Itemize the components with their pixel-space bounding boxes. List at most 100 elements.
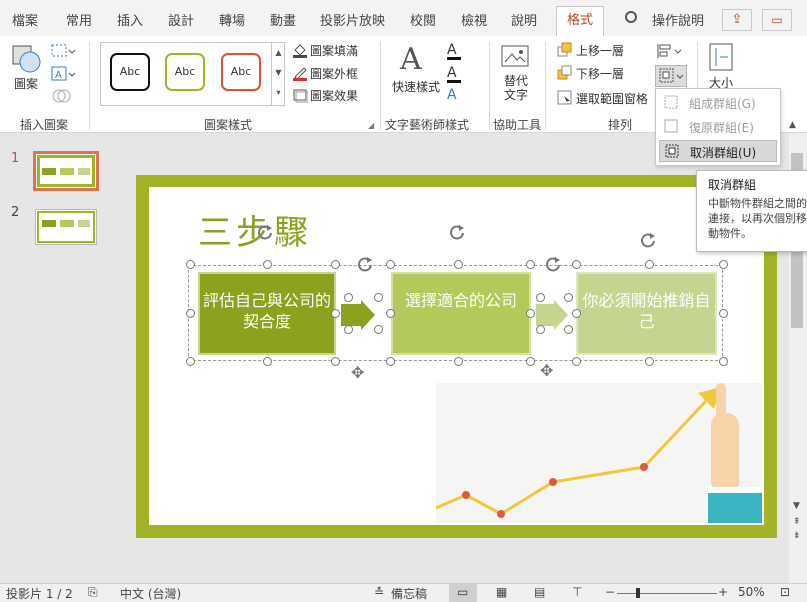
resize-handle[interactable] bbox=[564, 293, 573, 302]
resize-handle[interactable] bbox=[331, 309, 340, 318]
resize-handle[interactable] bbox=[719, 357, 728, 366]
slide-thumbnail-1[interactable] bbox=[33, 151, 99, 191]
tab-design[interactable]: 設計 bbox=[168, 10, 194, 29]
collapse-ribbon-icon[interactable]: ▲ bbox=[789, 120, 796, 130]
tab-slideshow[interactable]: 投影片放映 bbox=[320, 10, 385, 29]
resize-handle[interactable] bbox=[572, 357, 581, 366]
shape-fill-button[interactable]: 圖案填滿 bbox=[292, 42, 372, 60]
resize-handle[interactable] bbox=[719, 309, 728, 318]
text-box-button[interactable]: A bbox=[50, 65, 76, 83]
tab-view[interactable]: 檢視 bbox=[461, 10, 487, 29]
growth-chart-image[interactable] bbox=[435, 383, 762, 523]
zoom-in-icon[interactable]: + bbox=[718, 585, 728, 599]
resize-handle[interactable] bbox=[344, 325, 353, 334]
language-indicator[interactable]: 中文 (台灣) bbox=[120, 585, 181, 602]
rotate-handle-icon[interactable] bbox=[448, 223, 466, 241]
step-2-box[interactable]: 選擇適合的公司 bbox=[391, 272, 531, 355]
resize-handle[interactable] bbox=[374, 325, 383, 334]
resize-handle[interactable] bbox=[331, 260, 340, 269]
rotate-handle-icon[interactable] bbox=[544, 255, 562, 273]
resize-handle[interactable] bbox=[572, 260, 581, 269]
tab-transitions[interactable]: 轉場 bbox=[219, 10, 245, 29]
scroll-down-icon[interactable]: ▼ bbox=[793, 501, 800, 511]
tab-review[interactable]: 校閱 bbox=[410, 10, 436, 29]
tab-animations[interactable]: 動畫 bbox=[270, 10, 296, 29]
resize-handle[interactable] bbox=[526, 260, 535, 269]
resize-handle[interactable] bbox=[645, 357, 654, 366]
resize-handle[interactable] bbox=[386, 357, 395, 366]
spellcheck-icon[interactable]: ⎘ bbox=[88, 585, 98, 600]
tab-insert[interactable]: 插入 bbox=[117, 10, 143, 29]
resize-handle[interactable] bbox=[186, 357, 195, 366]
resize-handle[interactable] bbox=[454, 357, 463, 366]
resize-handle[interactable] bbox=[536, 293, 545, 302]
dialog-launcher-icon[interactable]: ◢ bbox=[368, 121, 374, 130]
shape-style-orange[interactable]: Abc bbox=[221, 53, 261, 91]
slide-canvas[interactable]: 三步驟 評估自己與公司的契合度 選擇適合的公司 你必須開始推銷自己 ✥ ✥ bbox=[136, 175, 777, 538]
resize-handle[interactable] bbox=[386, 260, 395, 269]
resize-handle[interactable] bbox=[331, 357, 340, 366]
resize-handle[interactable] bbox=[263, 260, 272, 269]
tab-help[interactable]: 說明 bbox=[511, 10, 537, 29]
shape-effects-button[interactable]: 圖案效果 bbox=[292, 87, 372, 105]
move-handle-icon[interactable]: ✥ bbox=[351, 363, 364, 382]
comments-button[interactable]: ▭ bbox=[762, 9, 792, 31]
resize-handle[interactable] bbox=[564, 325, 573, 334]
selection-pane-button[interactable]: 選取範圍窗格 bbox=[557, 90, 652, 108]
zoom-level[interactable]: 50% bbox=[738, 585, 765, 599]
next-slide-icon[interactable]: ⇟ bbox=[793, 531, 801, 541]
rotate-handle-icon[interactable] bbox=[639, 231, 657, 249]
zoom-out-icon[interactable]: − bbox=[605, 585, 615, 599]
step-1-box[interactable]: 評估自己與公司的契合度 bbox=[198, 272, 336, 355]
text-outline-button[interactable]: A bbox=[447, 65, 473, 83]
bring-forward-button[interactable]: 上移一層 bbox=[557, 42, 647, 60]
resize-handle[interactable] bbox=[526, 357, 535, 366]
reading-view-icon[interactable]: ▤ bbox=[534, 585, 545, 599]
text-fill-button[interactable]: A bbox=[447, 42, 473, 60]
share-button[interactable]: ⇪ bbox=[722, 9, 752, 31]
resize-handle[interactable] bbox=[719, 260, 728, 269]
fit-slide-icon[interactable]: ⊡ bbox=[780, 585, 790, 599]
align-button[interactable] bbox=[656, 42, 684, 60]
normal-view-button[interactable]: ▭ bbox=[449, 584, 477, 602]
tell-me-box[interactable]: 操作說明 bbox=[652, 10, 704, 29]
slide-thumbnail-2[interactable] bbox=[35, 209, 97, 245]
merge-shapes-button[interactable] bbox=[50, 87, 76, 105]
shape-style-dark[interactable]: Abc bbox=[110, 53, 150, 91]
shapes-button[interactable]: 圖案 bbox=[10, 42, 44, 92]
step-3-box[interactable]: 你必須開始推銷自己 bbox=[576, 272, 717, 355]
shape-outline-button[interactable]: 圖案外框 bbox=[292, 65, 372, 83]
resize-handle[interactable] bbox=[374, 293, 383, 302]
resize-handle[interactable] bbox=[186, 309, 195, 318]
shape-style-olive[interactable]: Abc bbox=[165, 53, 205, 91]
menu-item-group[interactable]: 組成群組(G) bbox=[659, 92, 777, 113]
resize-handle[interactable] bbox=[186, 260, 195, 269]
slide-sorter-icon[interactable]: ▦ bbox=[496, 585, 507, 599]
menu-item-ungroup[interactable]: 取消群組(U) bbox=[659, 140, 777, 162]
notes-button[interactable]: 備忘稿 bbox=[391, 585, 427, 602]
resize-handle[interactable] bbox=[526, 309, 535, 318]
group-objects-button[interactable] bbox=[655, 65, 687, 87]
rotate-handle-icon[interactable] bbox=[256, 223, 274, 241]
resize-handle[interactable] bbox=[263, 357, 272, 366]
menu-item-regroup[interactable]: 復原群組(E) bbox=[659, 116, 777, 137]
previous-slide-icon[interactable]: ⇞ bbox=[793, 517, 801, 527]
move-handle-icon[interactable]: ✥ bbox=[540, 361, 553, 380]
alt-text-button[interactable]: 替代 文字 bbox=[500, 44, 536, 104]
resize-handle[interactable] bbox=[572, 309, 581, 318]
edit-shape-button[interactable] bbox=[50, 42, 76, 60]
text-effects-button[interactable]: A bbox=[447, 87, 473, 105]
resize-handle[interactable] bbox=[645, 260, 654, 269]
slide-title[interactable]: 三步驟 bbox=[198, 205, 312, 254]
tab-file[interactable]: 檔案 bbox=[12, 10, 38, 29]
slideshow-icon[interactable]: ⊤ bbox=[572, 585, 582, 599]
rotate-handle-icon[interactable] bbox=[356, 255, 374, 273]
tab-format[interactable]: 格式 bbox=[556, 6, 605, 37]
resize-handle[interactable] bbox=[454, 260, 463, 269]
quick-styles-button[interactable]: A 快速樣式 bbox=[390, 42, 440, 98]
resize-handle[interactable] bbox=[536, 325, 545, 334]
zoom-slider-thumb[interactable] bbox=[636, 588, 640, 598]
tab-home[interactable]: 常用 bbox=[66, 10, 92, 29]
gallery-scroll[interactable]: ▲ ▼ ▾ bbox=[271, 43, 285, 105]
resize-handle[interactable] bbox=[344, 293, 353, 302]
